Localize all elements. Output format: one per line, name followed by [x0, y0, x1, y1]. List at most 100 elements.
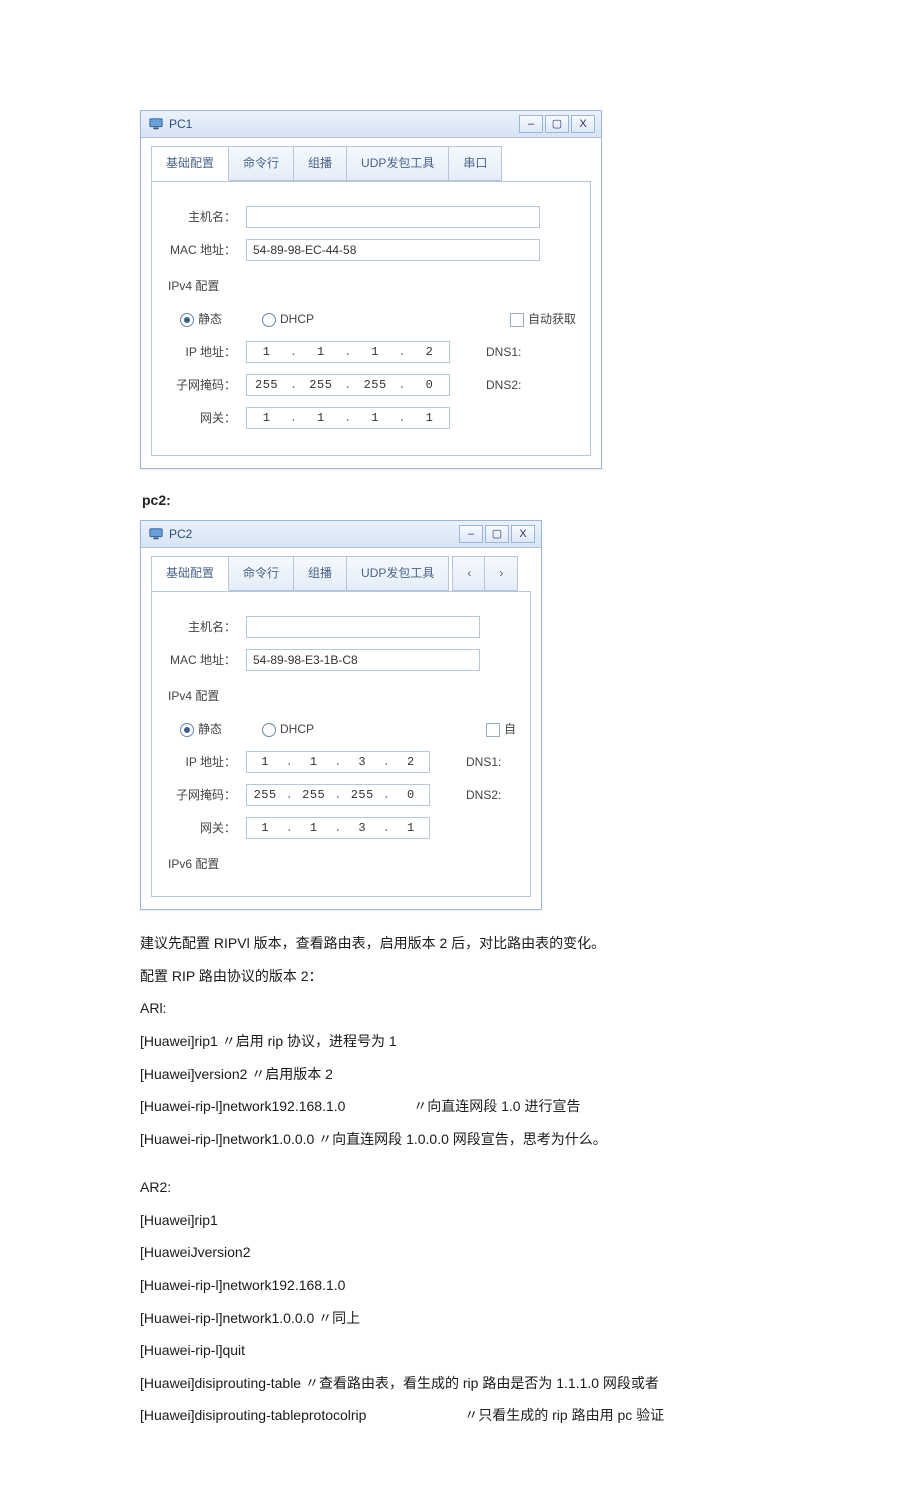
ip-octet: 1 [307, 407, 334, 430]
radio-static-label: 静态 [198, 308, 222, 331]
ipv4-section-label: IPv4 配置 [168, 685, 516, 708]
ar2-line6: [Huawei]disiprouting-table 〃查看路由表，看生成的 r… [140, 1370, 780, 1397]
radio-dhcp-label: DHCP [280, 718, 314, 741]
ar1-header: ARl: [140, 995, 780, 1022]
ar2-line4: [Huawei-rip-l]network1.0.0.0 〃同上 [140, 1305, 780, 1332]
pc2-window: PC2 – ▢ X 基础配置 命令行 组播 UDP发包工具 ‹ › 主机名： M… [140, 520, 542, 910]
pc2-caption: pc2: [142, 487, 778, 514]
ar1-line4: [Huawei-rip-l]network1.0.0.0 〃向直连网段 1.0.… [140, 1126, 780, 1153]
radio-dhcp[interactable]: DHCP [262, 718, 314, 741]
ip-octet: 1 [399, 817, 423, 840]
tab-scroll-right[interactable]: › [484, 556, 518, 591]
ip-octet: 1 [253, 407, 280, 430]
ip-octet: 1 [253, 751, 277, 774]
pc2-titlebar: PC2 – ▢ X [141, 521, 541, 548]
ip-octet: 1 [362, 341, 389, 364]
ip-octet: 1 [302, 751, 326, 774]
ip-octet: 0 [416, 374, 443, 397]
ip-octet: 0 [399, 784, 423, 807]
radio-dot-icon [180, 723, 194, 737]
tab-cli[interactable]: 命令行 [228, 146, 294, 181]
ip-octet: 255 [253, 374, 280, 397]
gateway-input[interactable]: 1. 1. 3. 1 [246, 817, 430, 839]
ar1-line3: [Huawei-rip-l]network192.168.1.0 〃向直连网段 … [140, 1093, 780, 1120]
checkbox-auto[interactable]: 自动获取 [510, 308, 576, 331]
mac-input[interactable] [246, 239, 540, 261]
tab-udp-tool[interactable]: UDP发包工具 [346, 556, 449, 591]
tab-basic-config[interactable]: 基础配置 [151, 146, 229, 181]
tab-scroll-left[interactable]: ‹ [452, 556, 486, 591]
mask-input[interactable]: 255. 255. 255. 0 [246, 784, 430, 806]
pc1-window: PC1 – ▢ X 基础配置 命令行 组播 UDP发包工具 串口 主机名： MA… [140, 110, 602, 469]
label-dns2: DNS2: [486, 374, 526, 397]
ip-octet: 1 [302, 817, 326, 840]
checkbox-icon [510, 313, 524, 327]
pc1-tabs: 基础配置 命令行 组播 UDP发包工具 串口 [141, 138, 601, 181]
tab-serial[interactable]: 串口 [448, 146, 502, 181]
ip-octet: 2 [416, 341, 443, 364]
tab-basic-config[interactable]: 基础配置 [151, 556, 229, 591]
tab-cli[interactable]: 命令行 [228, 556, 294, 591]
tab-multicast[interactable]: 组播 [293, 556, 347, 591]
checkbox-icon [486, 723, 500, 737]
label-dns1: DNS1: [466, 751, 506, 774]
hostname-input[interactable] [246, 616, 480, 638]
pc1-titlebar: PC1 – ▢ X [141, 111, 601, 138]
tab-udp-tool[interactable]: UDP发包工具 [346, 146, 449, 181]
maximize-button[interactable]: ▢ [545, 115, 569, 133]
minimize-button[interactable]: – [519, 115, 543, 133]
ar2-line7-note: 〃只看生成的 rip 路由用 pc 验证 [464, 1407, 664, 1423]
mask-input[interactable]: 255. 255. 255. 0 [246, 374, 450, 396]
ip-octet: 255 [362, 374, 389, 397]
ar2-line5: [Huawei-rip-l]quit [140, 1337, 780, 1364]
radio-dhcp[interactable]: DHCP [262, 308, 314, 331]
pc-icon [149, 117, 163, 131]
ip-octet: 1 [253, 817, 277, 840]
pc1-body: 主机名： MAC 地址： IPv4 配置 静态 DHCP 自动获取 IP 地址：… [151, 181, 591, 457]
pc1-title: PC1 [169, 113, 192, 136]
pc2-body: 主机名： MAC 地址： IPv4 配置 静态 DHCP 自 IP 地址： 1.… [151, 591, 531, 897]
checkbox-auto[interactable]: 自 [486, 718, 516, 741]
close-button[interactable]: X [511, 525, 535, 543]
pc2-title: PC2 [169, 523, 192, 546]
radio-dot-icon [180, 313, 194, 327]
label-hostname: 主机名： [166, 206, 236, 229]
radio-static-label: 静态 [198, 718, 222, 741]
label-mac: MAC 地址： [166, 239, 236, 262]
ar2-header: AR2: [140, 1174, 780, 1201]
ip-octet: 255 [307, 374, 334, 397]
ip-octet: 255 [350, 784, 374, 807]
radio-dhcp-label: DHCP [280, 308, 314, 331]
ar2-line1: [Huawei]rip1 [140, 1207, 780, 1234]
ip-octet: 1 [362, 407, 389, 430]
ip-octet: 3 [350, 751, 374, 774]
ip-octet: 3 [350, 817, 374, 840]
ip-input[interactable]: 1. 1. 3. 2 [246, 751, 430, 773]
ar2-line2: [HuaweiJversion2 [140, 1239, 780, 1266]
ip-octet: 1 [253, 341, 280, 364]
hostname-input[interactable] [246, 206, 540, 228]
radio-static[interactable]: 静态 [180, 308, 222, 331]
ipv4-section-label: IPv4 配置 [168, 275, 576, 298]
radio-dot-icon [262, 313, 276, 327]
checkbox-auto-label: 自 [504, 718, 516, 741]
gateway-input[interactable]: 1. 1. 1. 1 [246, 407, 450, 429]
ip-octet: 255 [253, 784, 277, 807]
document-text: 建议先配置 RIPVl 版本，查看路由表，启用版本 2 后，对比路由表的变化。 … [140, 930, 780, 1429]
ar1-line3-note: 〃向直连网段 1.0 进行宣告 [413, 1098, 580, 1114]
tab-multicast[interactable]: 组播 [293, 146, 347, 181]
label-dns1: DNS1: [486, 341, 526, 364]
maximize-button[interactable]: ▢ [485, 525, 509, 543]
ar1-line2: [Huawei]version2 〃启用版本 2 [140, 1061, 780, 1088]
radio-dot-icon [262, 723, 276, 737]
radio-static[interactable]: 静态 [180, 718, 222, 741]
ip-octet: 1 [416, 407, 443, 430]
minimize-button[interactable]: – [459, 525, 483, 543]
ipv6-section-label: IPv6 配置 [168, 853, 516, 876]
label-mask: 子网掩码： [166, 374, 236, 397]
pc-icon [149, 527, 163, 541]
ip-input[interactable]: 1. 1. 1. 2 [246, 341, 450, 363]
mac-input[interactable] [246, 649, 480, 671]
ar1-line3-cmd: [Huawei-rip-l]network192.168.1.0 [140, 1098, 345, 1114]
close-button[interactable]: X [571, 115, 595, 133]
